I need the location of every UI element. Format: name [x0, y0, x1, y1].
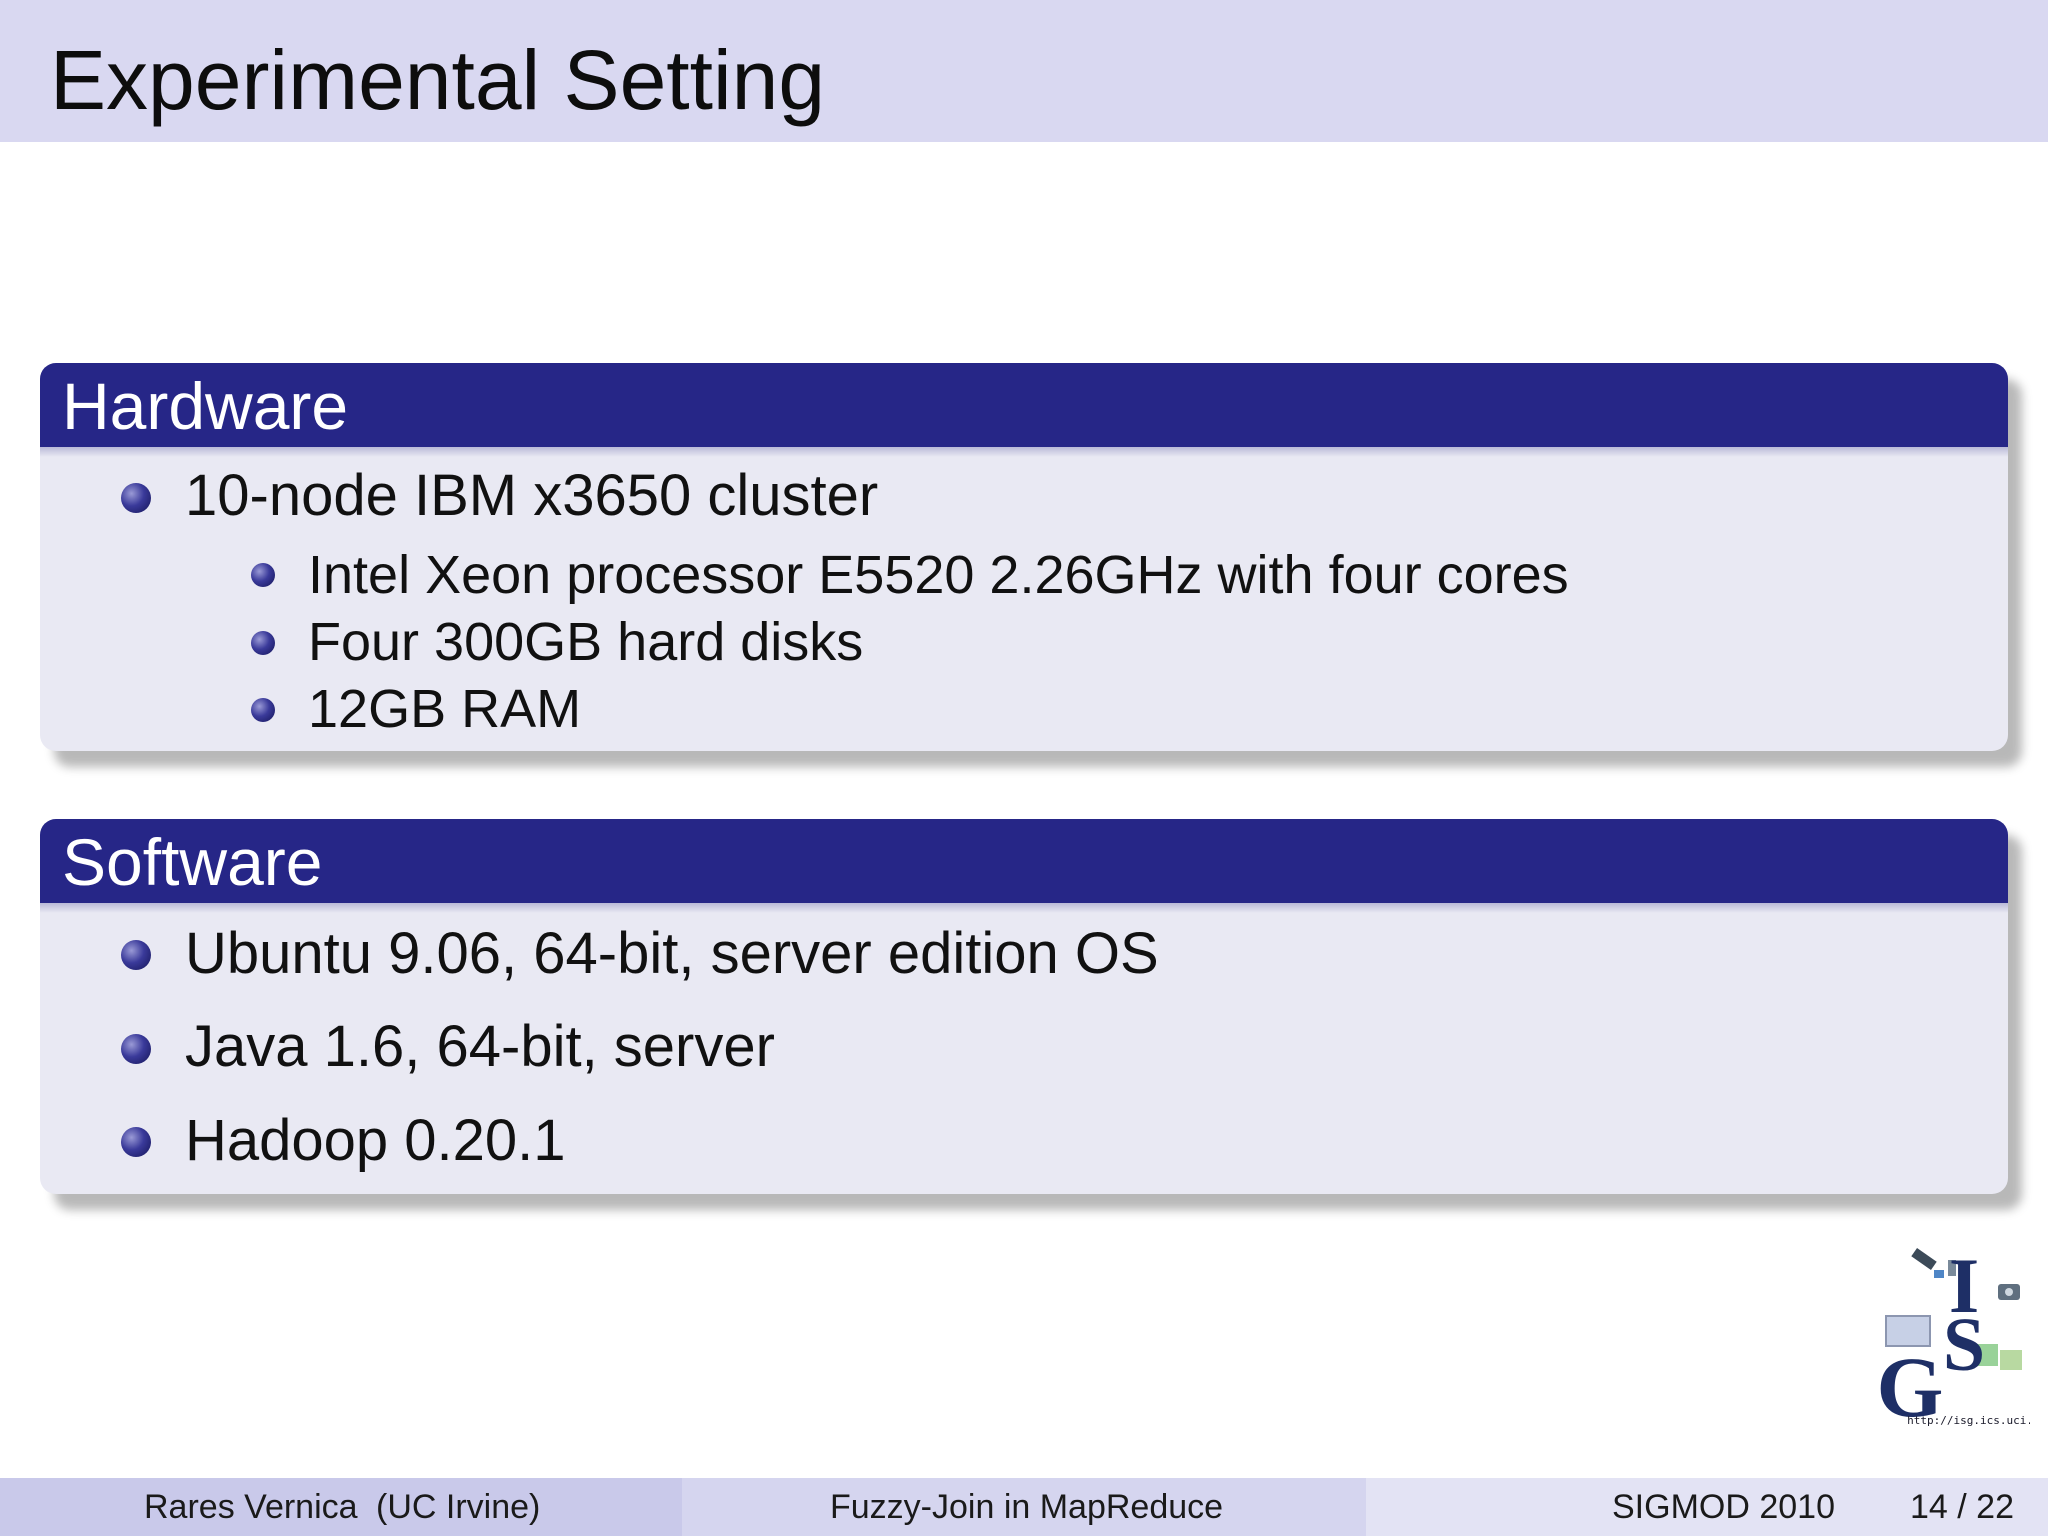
- hardware-block: Hardware 10-node IBM x3650 cluster Intel…: [40, 363, 2008, 751]
- logo-letter-g: G: [1880, 1339, 1943, 1426]
- slide-title: Experimental Setting: [50, 33, 826, 127]
- hardware-item: 10-node IBM x3650 cluster: [185, 463, 879, 528]
- footer: Rares Vernica (UC Irvine) Fuzzy-Join in …: [0, 1478, 2048, 1536]
- bullet-icon: [251, 631, 275, 655]
- bullet-icon: [251, 563, 275, 587]
- footer-author: Rares Vernica: [144, 1488, 358, 1526]
- bullet-icon: [251, 698, 275, 722]
- bullet-icon: [121, 1127, 151, 1157]
- software-item: Hadoop 0.20.1: [185, 1108, 566, 1173]
- isg-logo: I S G http://isg.ics.uci.edu: [1880, 1242, 2030, 1426]
- footer-venue-section: SIGMOD 2010 14 / 22: [1366, 1478, 2048, 1536]
- footer-author-section: Rares Vernica (UC Irvine): [0, 1478, 682, 1536]
- hardware-block-title: Hardware: [62, 369, 349, 443]
- software-block: Software Ubuntu 9.06, 64-bit, server edi…: [40, 819, 2008, 1194]
- software-block-title: Software: [62, 825, 323, 899]
- bullet-icon: [121, 1034, 151, 1064]
- footer-page-number: 14 / 22: [1910, 1488, 2014, 1526]
- logo-url: http://isg.ics.uci.edu: [1907, 1414, 2030, 1426]
- software-item: Ubuntu 9.06, 64-bit, server edition OS: [185, 921, 1159, 986]
- footer-venue: SIGMOD 2010: [1612, 1488, 1835, 1526]
- software-block-header: Software: [40, 819, 2008, 913]
- hardware-block-header: Hardware: [40, 363, 2008, 457]
- footer-affiliation: (UC Irvine): [376, 1488, 541, 1526]
- footer-talk-title: Fuzzy-Join in MapReduce: [830, 1488, 1224, 1526]
- hardware-subitem: 12GB RAM: [308, 679, 582, 739]
- title-bar: Experimental Setting: [0, 0, 2048, 142]
- hardware-subitem: Intel Xeon processor E5520 2.26GHz with …: [308, 545, 1569, 605]
- hardware-subitem: Four 300GB hard disks: [308, 612, 864, 672]
- software-item: Java 1.6, 64-bit, server: [185, 1014, 775, 1079]
- logo-letter-s: S: [1943, 1303, 1985, 1387]
- footer-title-section: Fuzzy-Join in MapReduce: [682, 1478, 1366, 1536]
- bullet-icon: [121, 483, 151, 513]
- bullet-icon: [121, 940, 151, 970]
